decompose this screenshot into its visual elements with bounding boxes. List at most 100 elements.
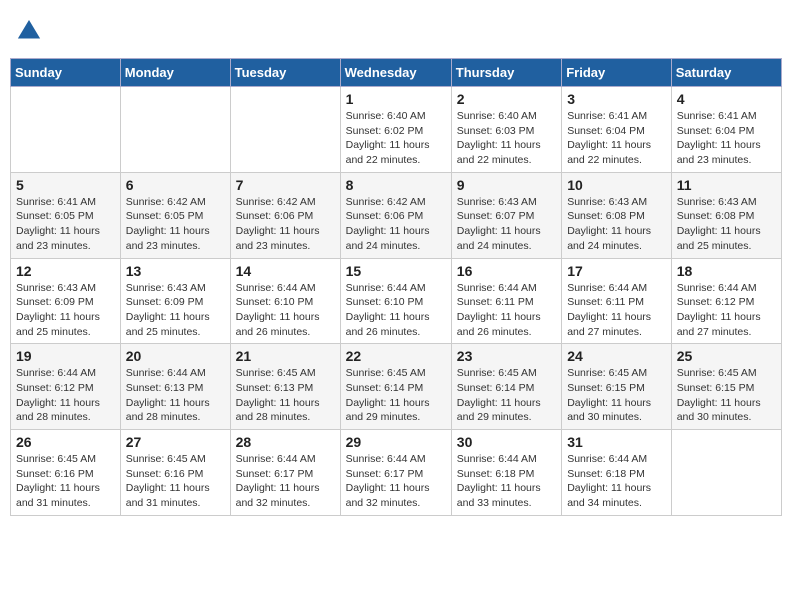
calendar-cell: 21Sunrise: 6:45 AM Sunset: 6:13 PM Dayli…: [230, 344, 340, 430]
calendar-week-5: 26Sunrise: 6:45 AM Sunset: 6:16 PM Dayli…: [11, 430, 782, 516]
day-number: 24: [567, 348, 666, 364]
day-number: 18: [677, 263, 776, 279]
calendar-cell: 11 Sunrise: 6:43 AM Sunset: 6:08 PM Dayli…: [671, 172, 781, 258]
day-header-sunday: Sunday: [11, 59, 121, 87]
day-number: 2: [457, 91, 556, 107]
day-info: Sunrise: 6:45 AM Sunset: 6:16 PM Dayligh…: [16, 452, 115, 511]
day-number: 14: [236, 263, 335, 279]
day-info: Sunrise: 6:42 AM Sunset: 6:05 PM Dayligh…: [126, 195, 225, 254]
day-header-tuesday: Tuesday: [230, 59, 340, 87]
day-number: 27: [126, 434, 225, 450]
calendar-cell: 24 Sunrise: 6:45 AM Sunset: 6:15 PM Dayli…: [562, 344, 672, 430]
calendar-cell: 5 Sunrise: 6:41 AM Sunset: 6:05 PM Daylig…: [11, 172, 121, 258]
calendar-cell: 9Sunrise: 6:43 AM Sunset: 6:07 PM Daylig…: [451, 172, 561, 258]
calendar-cell: 1 Sunrise: 6:40 AM Sunset: 6:02 PM Daylig…: [340, 87, 451, 173]
day-number: 29: [346, 434, 446, 450]
calendar-cell: 26Sunrise: 6:45 AM Sunset: 6:16 PM Dayli…: [11, 430, 121, 516]
day-header-wednesday: Wednesday: [340, 59, 451, 87]
day-number: 30: [457, 434, 556, 450]
day-number: 5: [16, 177, 115, 193]
day-info: Sunrise: 6:40 AM Sunset: 6:02 PM Dayligh…: [346, 109, 446, 168]
day-info: Sunrise: 6:42 AM Sunset: 6:06 PM Dayligh…: [346, 195, 446, 254]
calendar-cell: 18 Sunrise: 6:44 AM Sunset: 6:12 PM Dayli…: [671, 258, 781, 344]
calendar-cell: 22 Sunrise: 6:45 AM Sunset: 6:14 PM Dayli…: [340, 344, 451, 430]
calendar-cell: 17 Sunrise: 6:44 AM Sunset: 6:11 PM Dayli…: [562, 258, 672, 344]
calendar-cell: 2 Sunrise: 6:40 AM Sunset: 6:03 PM Daylig…: [451, 87, 561, 173]
calendar-table: SundayMondayTuesdayWednesdayThursdayFrid…: [10, 58, 782, 516]
calendar-cell: 30 Sunrise: 6:44 AM Sunset: 6:18 PM Dayli…: [451, 430, 561, 516]
day-number: 17: [567, 263, 666, 279]
day-number: 9: [457, 177, 556, 193]
day-info: Sunrise: 6:45 AM Sunset: 6:15 PM Dayligh…: [677, 366, 776, 425]
day-number: 31: [567, 434, 666, 450]
day-info: Sunrise: 6:45 AM Sunset: 6:14 PM Dayligh…: [457, 366, 556, 425]
logo: [15, 15, 46, 43]
day-info: Sunrise: 6:43 AM Sunset: 6:08 PM Dayligh…: [677, 195, 776, 254]
calendar-cell: 14 Sunrise: 6:44 AM Sunset: 6:10 PM Dayli…: [230, 258, 340, 344]
day-info: Sunrise: 6:44 AM Sunset: 6:13 PM Dayligh…: [126, 366, 225, 425]
calendar-cell: 27Sunrise: 6:45 AM Sunset: 6:16 PM Dayli…: [120, 430, 230, 516]
calendar-cell: [230, 87, 340, 173]
day-info: Sunrise: 6:44 AM Sunset: 6:12 PM Dayligh…: [16, 366, 115, 425]
calendar-cell: 13 Sunrise: 6:43 AM Sunset: 6:09 PM Dayli…: [120, 258, 230, 344]
calendar-cell: 15 Sunrise: 6:44 AM Sunset: 6:10 PM Dayli…: [340, 258, 451, 344]
day-info: Sunrise: 6:41 AM Sunset: 6:04 PM Dayligh…: [567, 109, 666, 168]
calendar-cell: 10 Sunrise: 6:43 AM Sunset: 6:08 PM Dayli…: [562, 172, 672, 258]
day-info: Sunrise: 6:45 AM Sunset: 6:15 PM Dayligh…: [567, 366, 666, 425]
calendar-week-1: 1 Sunrise: 6:40 AM Sunset: 6:02 PM Daylig…: [11, 87, 782, 173]
day-number: 13: [126, 263, 225, 279]
calendar-cell: 8Sunrise: 6:42 AM Sunset: 6:06 PM Daylig…: [340, 172, 451, 258]
day-header-thursday: Thursday: [451, 59, 561, 87]
day-number: 25: [677, 348, 776, 364]
day-header-saturday: Saturday: [671, 59, 781, 87]
calendar-week-2: 5 Sunrise: 6:41 AM Sunset: 6:05 PM Daylig…: [11, 172, 782, 258]
day-number: 4: [677, 91, 776, 107]
day-info: Sunrise: 6:45 AM Sunset: 6:14 PM Dayligh…: [346, 366, 446, 425]
day-number: 21: [236, 348, 335, 364]
day-info: Sunrise: 6:44 AM Sunset: 6:17 PM Dayligh…: [346, 452, 446, 511]
day-number: 28: [236, 434, 335, 450]
day-info: Sunrise: 6:44 AM Sunset: 6:18 PM Dayligh…: [567, 452, 666, 511]
day-info: Sunrise: 6:44 AM Sunset: 6:11 PM Dayligh…: [457, 281, 556, 340]
day-number: 20: [126, 348, 225, 364]
calendar-cell: 25 Sunrise: 6:45 AM Sunset: 6:15 PM Dayli…: [671, 344, 781, 430]
day-info: Sunrise: 6:44 AM Sunset: 6:17 PM Dayligh…: [236, 452, 335, 511]
calendar-cell: [120, 87, 230, 173]
day-number: 15: [346, 263, 446, 279]
calendar-cell: 12Sunrise: 6:43 AM Sunset: 6:09 PM Dayli…: [11, 258, 121, 344]
calendar-cell: 28 Sunrise: 6:44 AM Sunset: 6:17 PM Dayli…: [230, 430, 340, 516]
day-info: Sunrise: 6:44 AM Sunset: 6:11 PM Dayligh…: [567, 281, 666, 340]
day-number: 7: [236, 177, 335, 193]
calendar-cell: 23 Sunrise: 6:45 AM Sunset: 6:14 PM Dayli…: [451, 344, 561, 430]
logo-icon: [15, 15, 43, 43]
calendar-cell: 16Sunrise: 6:44 AM Sunset: 6:11 PM Dayli…: [451, 258, 561, 344]
day-info: Sunrise: 6:44 AM Sunset: 6:10 PM Dayligh…: [346, 281, 446, 340]
calendar-cell: 29 Sunrise: 6:44 AM Sunset: 6:17 PM Dayli…: [340, 430, 451, 516]
day-info: Sunrise: 6:42 AM Sunset: 6:06 PM Dayligh…: [236, 195, 335, 254]
calendar-cell: 31 Sunrise: 6:44 AM Sunset: 6:18 PM Dayli…: [562, 430, 672, 516]
day-info: Sunrise: 6:43 AM Sunset: 6:09 PM Dayligh…: [126, 281, 225, 340]
day-info: Sunrise: 6:43 AM Sunset: 6:08 PM Dayligh…: [567, 195, 666, 254]
day-number: 3: [567, 91, 666, 107]
calendar-cell: 4 Sunrise: 6:41 AM Sunset: 6:04 PM Daylig…: [671, 87, 781, 173]
calendar-cell: 20 Sunrise: 6:44 AM Sunset: 6:13 PM Dayli…: [120, 344, 230, 430]
day-number: 10: [567, 177, 666, 193]
calendar-cell: 3 Sunrise: 6:41 AM Sunset: 6:04 PM Daylig…: [562, 87, 672, 173]
calendar-week-4: 19 Sunrise: 6:44 AM Sunset: 6:12 PM Dayli…: [11, 344, 782, 430]
calendar-cell: [671, 430, 781, 516]
calendar-week-3: 12Sunrise: 6:43 AM Sunset: 6:09 PM Dayli…: [11, 258, 782, 344]
day-info: Sunrise: 6:41 AM Sunset: 6:05 PM Dayligh…: [16, 195, 115, 254]
day-number: 19: [16, 348, 115, 364]
day-number: 1: [346, 91, 446, 107]
day-info: Sunrise: 6:40 AM Sunset: 6:03 PM Dayligh…: [457, 109, 556, 168]
day-number: 11: [677, 177, 776, 193]
day-number: 23: [457, 348, 556, 364]
day-info: Sunrise: 6:44 AM Sunset: 6:12 PM Dayligh…: [677, 281, 776, 340]
day-header-monday: Monday: [120, 59, 230, 87]
day-info: Sunrise: 6:44 AM Sunset: 6:18 PM Dayligh…: [457, 452, 556, 511]
calendar-header-row: SundayMondayTuesdayWednesdayThursdayFrid…: [11, 59, 782, 87]
day-number: 22: [346, 348, 446, 364]
day-info: Sunrise: 6:44 AM Sunset: 6:10 PM Dayligh…: [236, 281, 335, 340]
day-info: Sunrise: 6:41 AM Sunset: 6:04 PM Dayligh…: [677, 109, 776, 168]
day-number: 6: [126, 177, 225, 193]
